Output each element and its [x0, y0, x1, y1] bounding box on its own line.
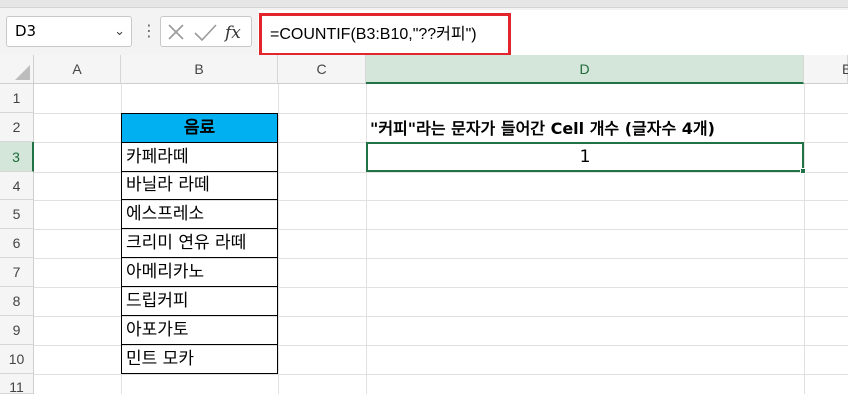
cell-b9[interactable]: 아포가토 — [121, 316, 278, 345]
ribbon-edge — [0, 0, 848, 8]
row-header-9[interactable]: 9 — [0, 316, 34, 345]
column-header-e[interactable]: E — [804, 55, 848, 84]
gridline — [804, 84, 805, 394]
column-header-b[interactable]: B — [121, 55, 278, 84]
row-header-10[interactable]: 10 — [0, 345, 34, 374]
gridline — [366, 84, 367, 394]
cell-b7[interactable]: 아메리카노 — [121, 258, 278, 287]
row-header-8[interactable]: 8 — [0, 287, 34, 316]
name-box-value: D3 — [15, 22, 37, 40]
cell-b5[interactable]: 에스프레소 — [121, 200, 278, 229]
cancel-x-icon[interactable] — [168, 24, 184, 40]
column-header-a[interactable]: A — [34, 55, 121, 84]
cell-b3[interactable]: 카페라떼 — [121, 143, 278, 172]
select-all-corner[interactable] — [0, 55, 34, 84]
cell-d3-active[interactable]: 1 — [366, 142, 804, 172]
name-box[interactable]: D3 ⌄ — [6, 16, 132, 47]
row-header-7[interactable]: 7 — [0, 258, 34, 287]
cell-d2[interactable]: "커피"라는 문자가 들어간 Cell 개수 (글자수 4개) — [370, 116, 790, 142]
cell-b4[interactable]: 바닐라 라떼 — [121, 172, 278, 200]
cell-b6[interactable]: 크리미 연유 라떼 — [121, 229, 278, 258]
row-header-1[interactable]: 1 — [0, 84, 34, 113]
gridline — [278, 84, 279, 394]
formula-buttons: fx — [160, 16, 252, 47]
enter-check-icon[interactable] — [194, 24, 217, 42]
fx-icon[interactable]: fx — [223, 23, 241, 43]
row-header-4[interactable]: 4 — [0, 172, 34, 200]
row-header-3[interactable]: 3 — [0, 142, 34, 172]
column-header-c[interactable]: C — [278, 55, 366, 84]
cell-b8[interactable]: 드립커피 — [121, 287, 278, 316]
row-header-11[interactable]: 11 — [0, 374, 34, 395]
cell-b2[interactable]: 음료 — [121, 113, 278, 143]
gridline — [34, 374, 848, 375]
row-header-5[interactable]: 5 — [0, 200, 34, 229]
formula-input[interactable]: =COUNTIF(B3:B10,"??커피") — [259, 13, 511, 56]
column-header-d[interactable]: D — [366, 55, 804, 84]
row-header-6[interactable]: 6 — [0, 229, 34, 258]
row-header-2[interactable]: 2 — [0, 113, 34, 142]
chevron-down-icon[interactable]: ⌄ — [114, 17, 125, 46]
cell-b10[interactable]: 민트 모카 — [121, 345, 278, 374]
more-dots-icon[interactable]: ⋮ — [141, 20, 157, 44]
fill-handle[interactable] — [800, 168, 806, 174]
